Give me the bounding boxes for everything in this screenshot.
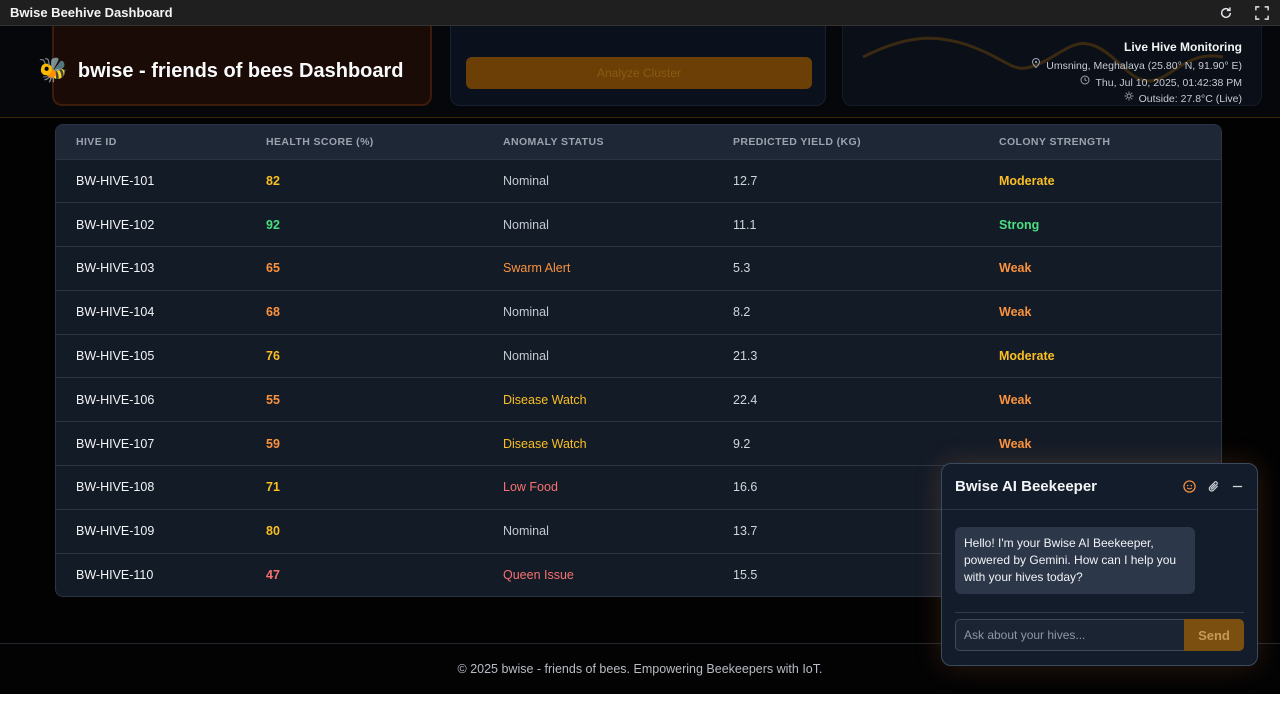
health-score-cell: 82 xyxy=(266,173,280,188)
predicted-yield-cell: 22.4 xyxy=(733,392,758,407)
sun-icon xyxy=(1124,91,1134,108)
smile-icon[interactable] xyxy=(1182,480,1196,494)
footer-text: © 2025 bwise - friends of bees. Empoweri… xyxy=(457,661,823,676)
colony-strength-cell: Moderate xyxy=(999,173,1055,188)
window-bottom-edge xyxy=(0,694,1280,701)
hive-id-cell: BW-HIVE-101 xyxy=(76,173,155,188)
send-button[interactable]: Send xyxy=(1184,619,1244,651)
minimize-icon[interactable] xyxy=(1230,480,1244,494)
hive-id-cell: BW-HIVE-105 xyxy=(76,349,155,364)
window-title: Bwise Beehive Dashboard xyxy=(10,5,173,20)
chat-header: Bwise AI Beekeeper xyxy=(942,464,1257,510)
analyze-cluster-button: Analyze Cluster xyxy=(466,57,812,89)
anomaly-status-cell: Queen Issue xyxy=(503,568,574,583)
ai-chat-widget: Bwise AI Beekeeper Hello! I'm your Bwise… xyxy=(941,463,1258,666)
column-header-colony-strength[interactable]: COLONY STRENGTH xyxy=(979,125,1221,159)
health-score-cell: 76 xyxy=(266,349,280,364)
chat-input[interactable]: Ask about your hives... xyxy=(955,619,1185,651)
live-monitoring-panel: Live Hive Monitoring Umsning, Meghalaya … xyxy=(1031,40,1242,108)
window-controls xyxy=(1218,5,1270,21)
hive-id-cell: BW-HIVE-103 xyxy=(76,261,155,276)
anomaly-status-cell: Nominal xyxy=(503,217,549,232)
column-header-predicted-yield[interactable]: PREDICTED YIELD (KG) xyxy=(713,125,979,159)
health-score-cell: 47 xyxy=(266,568,280,583)
anomaly-status-cell: Nominal xyxy=(503,173,549,188)
fullscreen-icon[interactable] xyxy=(1254,5,1270,21)
predicted-yield-cell: 8.2 xyxy=(733,305,751,320)
table-row[interactable]: BW-HIVE-103 65 Swarm Alert 5.3 Weak xyxy=(56,246,1221,291)
datetime-text: Thu, Jul 10, 2025, 01:42:38 PM xyxy=(1095,76,1242,89)
location-text: Umsning, Meghalaya (25.80° N, 91.90° E) xyxy=(1046,60,1242,72)
table-row[interactable]: BW-HIVE-107 59 Disease Watch 9.2 Weak xyxy=(56,421,1221,466)
hive-id-cell: BW-HIVE-109 xyxy=(76,524,155,539)
predicted-yield-cell: 13.7 xyxy=(733,524,758,539)
anomaly-status-cell: Disease Watch xyxy=(503,392,587,407)
colony-strength-cell: Weak xyxy=(999,305,1032,320)
colony-strength-cell: Strong xyxy=(999,217,1040,232)
anomaly-status-cell: Disease Watch xyxy=(503,436,587,451)
hive-id-cell: BW-HIVE-108 xyxy=(76,480,155,495)
colony-strength-cell: Weak xyxy=(999,261,1032,276)
predicted-yield-cell: 12.7 xyxy=(733,173,758,188)
predicted-yield-cell: 16.6 xyxy=(733,480,758,495)
datetime-row: Thu, Jul 10, 2025, 01:42:38 PM xyxy=(1031,75,1242,92)
anomaly-status-cell: Swarm Alert xyxy=(503,261,571,276)
table-row[interactable]: BW-HIVE-102 92 Nominal 11.1 Strong xyxy=(56,202,1221,247)
column-header-hive-id[interactable]: HIVE ID xyxy=(56,125,246,159)
outside-temp-text: Outside: 27.8°C (Live) xyxy=(1138,93,1242,105)
attach-icon[interactable] xyxy=(1206,480,1220,494)
outside-temp-row: Outside: 27.8°C (Live) xyxy=(1031,91,1242,108)
predicted-yield-cell: 11.1 xyxy=(733,217,757,232)
health-score-cell: 59 xyxy=(266,436,280,451)
colony-strength-cell: Weak xyxy=(999,392,1032,407)
health-score-cell: 65 xyxy=(266,261,280,276)
chat-header-actions xyxy=(1182,480,1244,494)
predicted-yield-cell: 15.5 xyxy=(733,568,758,583)
hive-id-cell: BW-HIVE-107 xyxy=(76,436,155,451)
refresh-icon[interactable] xyxy=(1218,5,1234,21)
hive-id-cell: BW-HIVE-110 xyxy=(76,568,154,583)
table-header-row: HIVE ID HEALTH SCORE (%) ANOMALY STATUS … xyxy=(56,125,1221,159)
table-row[interactable]: BW-HIVE-101 82 Nominal 12.7 Moderate xyxy=(56,159,1221,203)
location-pin-icon xyxy=(1031,58,1041,75)
chat-message-assistant: Hello! I'm your Bwise AI Beekeeper, powe… xyxy=(955,527,1195,594)
background-card: Analyze Cluster xyxy=(450,26,826,106)
hive-id-cell: BW-HIVE-104 xyxy=(76,305,155,320)
anomaly-status-cell: Nominal xyxy=(503,349,549,364)
page-title: bwise - friends of bees Dashboard xyxy=(77,59,404,82)
anomaly-status-cell: Nominal xyxy=(503,305,549,320)
brand: 🐝 bwise - friends of bees Dashboard xyxy=(38,56,404,86)
table-row[interactable]: BW-HIVE-105 76 Nominal 21.3 Moderate xyxy=(56,334,1221,378)
predicted-yield-cell: 5.3 xyxy=(733,261,751,276)
table-row[interactable]: BW-HIVE-106 55 Disease Watch 22.4 Weak xyxy=(56,377,1221,422)
location-row: Umsning, Meghalaya (25.80° N, 91.90° E) xyxy=(1031,58,1242,75)
colony-strength-cell: Moderate xyxy=(999,349,1055,364)
dashboard-header: Analyze Cluster 🐝 bwise - friends of bee… xyxy=(0,26,1280,118)
colony-strength-cell: Weak xyxy=(999,436,1032,451)
chat-title: Bwise AI Beekeeper xyxy=(955,478,1098,495)
health-score-cell: 80 xyxy=(266,524,280,539)
column-header-anomaly-status[interactable]: ANOMALY STATUS xyxy=(483,125,713,159)
anomaly-status-cell: Low Food xyxy=(503,480,558,495)
table-row[interactable]: BW-HIVE-104 68 Nominal 8.2 Weak xyxy=(56,290,1221,334)
live-monitoring-title: Live Hive Monitoring xyxy=(1123,40,1242,54)
window-titlebar: Bwise Beehive Dashboard xyxy=(0,0,1280,26)
clock-icon xyxy=(1080,75,1090,92)
health-score-cell: 92 xyxy=(266,217,280,232)
predicted-yield-cell: 21.3 xyxy=(733,349,758,364)
column-header-health-score[interactable]: HEALTH SCORE (%) xyxy=(246,125,483,159)
hive-id-cell: BW-HIVE-106 xyxy=(76,392,155,407)
dashboard-app: Analyze Cluster 🐝 bwise - friends of bee… xyxy=(0,26,1280,694)
bee-icon: 🐝 xyxy=(38,57,68,84)
health-score-cell: 55 xyxy=(266,392,280,407)
chat-divider xyxy=(955,612,1244,613)
hive-id-cell: BW-HIVE-102 xyxy=(76,217,155,232)
predicted-yield-cell: 9.2 xyxy=(733,436,751,451)
health-score-cell: 68 xyxy=(266,305,280,320)
health-score-cell: 71 xyxy=(266,480,280,495)
anomaly-status-cell: Nominal xyxy=(503,524,549,539)
